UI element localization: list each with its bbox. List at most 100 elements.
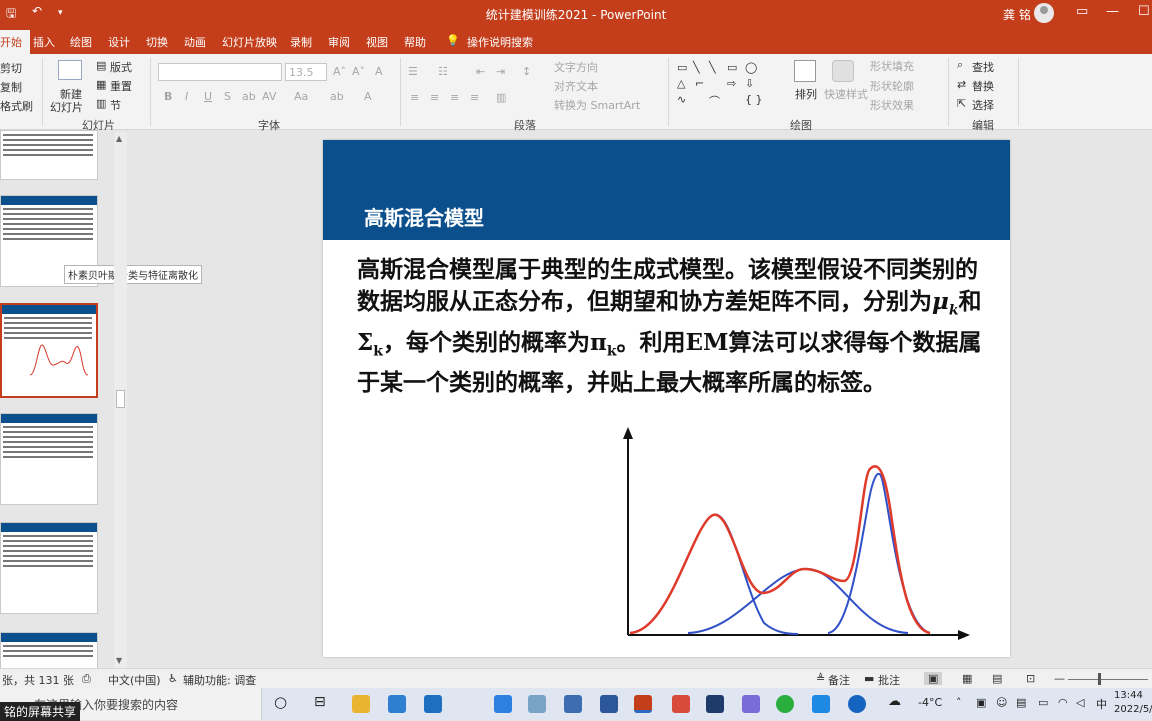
format-painter-button[interactable]: 格式刷 <box>0 98 33 114</box>
comments-button[interactable]: 批注 <box>878 672 900 688</box>
align-left-icon[interactable]: ≡ <box>410 91 419 104</box>
ime-indicator[interactable]: 中 <box>1096 696 1107 712</box>
normal-view-icon[interactable]: ▣ <box>924 672 943 685</box>
scroll-down-icon[interactable]: ▼ <box>116 656 122 665</box>
curve-shape-icon[interactable]: ∿ <box>677 93 686 106</box>
tab-insert[interactable]: 插入 <box>33 34 55 50</box>
accessibility-status[interactable]: 辅助功能: 调查 <box>183 672 256 688</box>
powerpoint-icon[interactable] <box>634 695 652 713</box>
cut-button[interactable]: 剪切 <box>0 60 22 76</box>
slide-thumbnail[interactable] <box>0 632 98 670</box>
shadow-icon[interactable]: S <box>224 90 231 103</box>
slide-thumbnail[interactable] <box>0 522 98 614</box>
columns-icon[interactable]: ▥ <box>496 91 506 104</box>
italic-icon[interactable]: I <box>185 90 188 103</box>
scrollbar-thumb[interactable] <box>116 390 125 408</box>
text-direction-button[interactable]: 文字方向 <box>554 59 598 75</box>
maximize-button[interactable]: ☐ <box>1138 4 1150 19</box>
slide-thumbnail[interactable] <box>0 413 98 505</box>
font-color-icon[interactable]: A <box>364 90 372 103</box>
battery-icon[interactable]: ▭ <box>1038 696 1048 709</box>
tray-expand-icon[interactable]: ˄ <box>956 696 962 709</box>
bold-icon[interactable]: B <box>164 90 172 103</box>
new-slide-label-2[interactable]: 幻灯片 <box>50 99 83 115</box>
select-button[interactable]: 选择 <box>972 97 994 113</box>
slide-heading[interactable]: 高斯混合模型 <box>364 202 484 231</box>
app-icon[interactable] <box>706 695 724 713</box>
tab-record[interactable]: 录制 <box>290 34 312 50</box>
app-icon[interactable] <box>564 695 582 713</box>
rectangle-shape-icon[interactable]: ▭ <box>727 61 737 74</box>
spellcheck-icon[interactable]: ⎙ <box>82 672 91 686</box>
copy-button[interactable]: 复制 <box>0 79 22 95</box>
shapes-gallery[interactable]: ▭ ╲ ╲ ▭ ◯ △ ⌐ ⇨ ⇩ ∿ ⌒ { } <box>675 61 785 109</box>
section-button[interactable]: 节 <box>110 97 121 113</box>
app-icon[interactable] <box>742 695 760 713</box>
justify-icon[interactable]: ≡ <box>470 91 479 104</box>
arc-shape-icon[interactable]: ⌒ <box>709 93 720 109</box>
textbox-shape-icon[interactable]: ▭ <box>677 61 687 74</box>
slideshow-icon[interactable]: ⊡ <box>1026 672 1035 685</box>
layout-button[interactable]: 版式 <box>110 59 132 75</box>
wechat-icon[interactable] <box>776 695 794 713</box>
line-spacing-icon[interactable]: ↕ <box>522 65 531 78</box>
tab-view[interactable]: 视图 <box>366 34 388 50</box>
weather-icon[interactable]: ☁ <box>888 694 901 709</box>
numbering-icon[interactable]: ☷ <box>438 65 448 78</box>
word-icon[interactable] <box>600 695 618 713</box>
shape-effects-button[interactable]: 形状效果 <box>870 97 914 113</box>
slide-canvas[interactable]: 高斯混合模型 高斯混合模型属于典型的生成式模型。该模型假设不同类别的数据均服从正… <box>323 140 1010 657</box>
underline-icon[interactable]: U <box>204 90 212 103</box>
tab-home[interactable]: 开始 <box>0 30 30 54</box>
char-spacing-icon[interactable]: AV <box>262 90 276 103</box>
tab-animations[interactable]: 动画 <box>184 34 206 50</box>
zoom-out-icon[interactable]: — <box>1054 672 1065 685</box>
align-right-icon[interactable]: ≡ <box>450 91 459 104</box>
language-indicator[interactable]: 中文(中国) <box>108 672 161 688</box>
shape-outline-button[interactable]: 形状轮廓 <box>870 78 914 94</box>
volume-icon[interactable]: ◁ <box>1076 696 1084 709</box>
change-case-icon[interactable]: Aa <box>294 90 308 103</box>
align-center-icon[interactable]: ≡ <box>430 91 439 104</box>
decrease-indent-icon[interactable]: ⇤ <box>476 65 485 78</box>
tab-transitions[interactable]: 切换 <box>146 34 168 50</box>
slide-sorter-icon[interactable]: ▦ <box>962 672 972 685</box>
font-size-input[interactable]: 13.5 <box>285 63 327 81</box>
cortana-icon[interactable]: ○ <box>274 693 287 711</box>
font-name-input[interactable] <box>158 63 282 81</box>
slide-body-text[interactable]: 高斯混合模型属于典型的生成式模型。该模型假设不同类别的数据均服从正态分布，但期望… <box>357 254 987 399</box>
network-icon[interactable]: ◠ <box>1058 696 1068 709</box>
down-arrow-shape-icon[interactable]: ⇩ <box>745 77 754 90</box>
mail-icon[interactable] <box>424 695 442 713</box>
store-icon[interactable] <box>388 695 406 713</box>
tab-review[interactable]: 审阅 <box>328 34 350 50</box>
zoom-slider-handle[interactable] <box>1098 673 1101 685</box>
triangle-shape-icon[interactable]: △ <box>677 77 685 90</box>
tab-help[interactable]: 帮助 <box>404 34 426 50</box>
thumbnail-scrollbar[interactable]: ▲ ▼ <box>114 132 127 668</box>
highlight-icon[interactable]: ab <box>330 90 344 103</box>
tab-slideshow[interactable]: 幻灯片放映 <box>222 34 277 50</box>
minimize-button[interactable]: — <box>1106 4 1119 19</box>
slide-thumbnail-selected[interactable] <box>0 303 98 398</box>
replace-button[interactable]: 替换 <box>972 78 994 94</box>
task-view-icon[interactable]: ⊟ <box>314 694 326 710</box>
scroll-up-icon[interactable]: ▲ <box>116 134 122 143</box>
align-text-button[interactable]: 对齐文本 <box>554 78 598 94</box>
line-shape-icon[interactable]: ╲ <box>693 61 700 74</box>
avatar[interactable] <box>1034 3 1054 23</box>
file-explorer-icon[interactable] <box>352 695 370 713</box>
zoom-slider[interactable] <box>1068 679 1148 680</box>
tab-draw[interactable]: 绘图 <box>70 34 92 50</box>
ribbon-display-options-icon[interactable]: ▭ <box>1076 4 1088 19</box>
arrange-button[interactable]: 排列 <box>795 86 817 102</box>
quick-styles-button[interactable]: 快速样式 <box>824 86 868 102</box>
shape-fill-button[interactable]: 形状填充 <box>870 58 914 74</box>
tray-app-icon[interactable]: ▤ <box>1016 696 1026 709</box>
app-icon[interactable] <box>494 695 512 713</box>
strikethrough-icon[interactable]: ab <box>242 90 256 103</box>
slide-thumbnail[interactable] <box>0 130 98 180</box>
arrow-shape-icon[interactable]: ⇨ <box>727 77 736 90</box>
grow-font-icon[interactable]: A˄ <box>333 65 346 78</box>
tell-me-search[interactable]: 操作说明搜索 <box>467 34 533 50</box>
